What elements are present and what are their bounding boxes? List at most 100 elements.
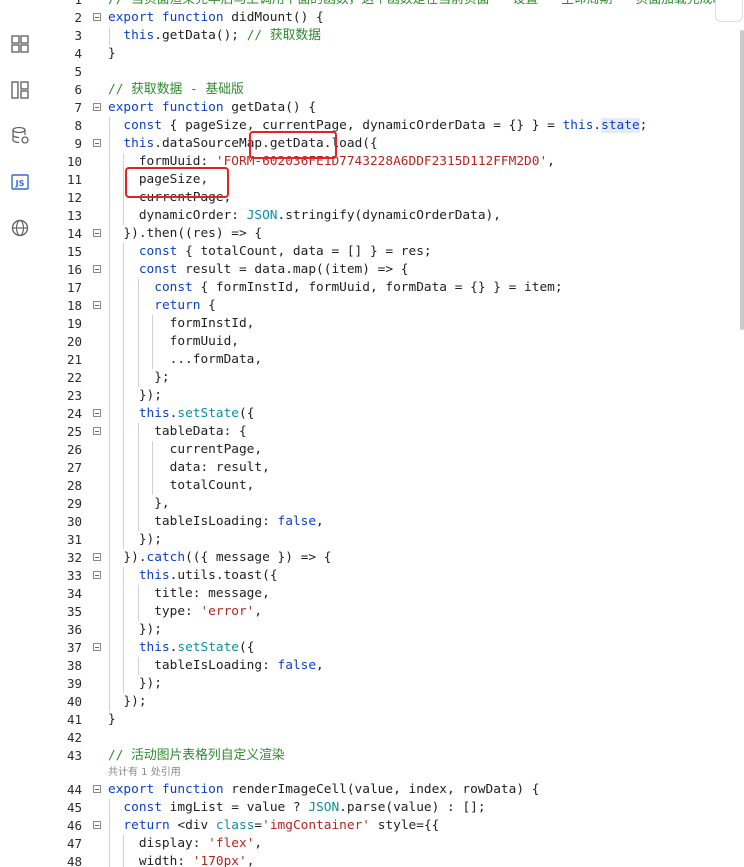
- code-text[interactable]: const { formInstId, formUuid, formData =…: [108, 279, 562, 297]
- code-token: setState: [177, 640, 240, 655]
- code-token: }).: [108, 550, 147, 565]
- code-text[interactable]: totalCount,: [108, 477, 255, 495]
- code-text[interactable]: const { pageSize, currentPage, dynamicOr…: [108, 117, 647, 135]
- fold-toggle-icon[interactable]: [93, 785, 101, 793]
- fold-toggle-icon[interactable]: [93, 553, 101, 561]
- code-text[interactable]: tableIsLoading: false,: [108, 657, 324, 675]
- codelens-references[interactable]: 共计有 1 处引用: [108, 766, 181, 780]
- components-grid-icon[interactable]: [10, 34, 30, 54]
- code-text[interactable]: export function renderImageCell(value, i…: [108, 781, 539, 799]
- code-text[interactable]: }: [108, 711, 116, 729]
- fold-toggle-icon[interactable]: [93, 821, 101, 829]
- code-line: 17 const { formInstId, formUuid, formDat…: [46, 279, 740, 297]
- code-text[interactable]: }).then((res) => {: [108, 225, 262, 243]
- code-text[interactable]: this.dataSourceMap.getData.load({: [108, 135, 377, 153]
- fold-toggle-icon[interactable]: [93, 301, 101, 309]
- code-line: 28 totalCount,: [46, 477, 740, 495]
- code-text[interactable]: },: [108, 495, 170, 513]
- code-text[interactable]: }).catch(({ message }) => {: [108, 549, 331, 567]
- code-text[interactable]: this.utils.toast({: [108, 567, 278, 585]
- code-text[interactable]: const { totalCount, data = [] } = res;: [108, 243, 432, 261]
- menu-icon[interactable]: [10, 0, 30, 14]
- code-text[interactable]: export function didMount() {: [108, 9, 324, 27]
- corner-button[interactable]: [715, 0, 743, 22]
- code-line: 26 currentPage,: [46, 441, 740, 459]
- fold-toggle-icon[interactable]: [93, 13, 101, 21]
- code-editor[interactable]: 1 // 当页面渲染完毕后马上调用下面的函数，这个函数是在当前页面 - 设置 - …: [46, 0, 740, 867]
- code-line: 2 export function didMount() {: [46, 9, 740, 27]
- code-text[interactable]: formUuid,: [108, 333, 239, 351]
- code-text[interactable]: ...formData,: [108, 351, 262, 369]
- code-line: 34 title: message,: [46, 585, 740, 603]
- data-source-icon[interactable]: [10, 126, 30, 146]
- code-line: 35 type: 'error',: [46, 603, 740, 621]
- code-text[interactable]: }: [108, 45, 116, 63]
- line-number: 2: [74, 10, 82, 25]
- code-text[interactable]: // 活动图片表格列自定义渲染: [108, 747, 285, 765]
- code-text[interactable]: tableIsLoading: false,: [108, 513, 324, 531]
- code-token: },: [108, 496, 170, 511]
- code-text[interactable]: // 获取数据 - 基础版: [108, 81, 244, 99]
- line-number: 45: [66, 800, 82, 815]
- page-layout-icon[interactable]: [10, 80, 30, 100]
- code-text[interactable]: });: [108, 693, 146, 711]
- fold-toggle-icon[interactable]: [93, 571, 101, 579]
- code-text[interactable]: };: [108, 369, 169, 387]
- vertical-scrollbar[interactable]: [740, 30, 744, 330]
- code-token: totalCount,: [108, 478, 255, 493]
- code-text[interactable]: formInstId,: [108, 315, 255, 333]
- line-number: 5: [74, 64, 82, 79]
- code-text[interactable]: this.getData(); // 获取数据: [108, 27, 321, 45]
- code-token: .getData();: [154, 28, 247, 43]
- line-number: 12: [66, 190, 82, 205]
- code-token: ({: [239, 640, 255, 655]
- code-text[interactable]: this.setState({: [108, 639, 255, 657]
- activity-bar: JS: [0, 0, 41, 867]
- line-number: 36: [66, 622, 82, 637]
- code-text[interactable]: });: [108, 675, 162, 693]
- line-number: 32: [66, 550, 82, 565]
- code-text[interactable]: const imgList = value ? JSON.parse(value…: [108, 799, 485, 817]
- code-text[interactable]: width: '170px',: [108, 853, 255, 867]
- fold-toggle-icon[interactable]: [93, 229, 101, 237]
- code-text[interactable]: });: [108, 531, 162, 549]
- code-text[interactable]: title: message,: [108, 585, 270, 603]
- line-number: 47: [66, 836, 82, 851]
- code-token: catch: [146, 550, 186, 565]
- code-text[interactable]: return {: [108, 297, 216, 315]
- code-line: 9 this.dataSourceMap.getData.load({: [46, 135, 740, 153]
- code-token: ,: [246, 854, 255, 867]
- code-line: 29 },: [46, 495, 740, 513]
- code-text[interactable]: // 当页面渲染完毕后马上调用下面的函数，这个函数是在当前页面 - 设置 - 生…: [108, 0, 740, 9]
- code-text[interactable]: const result = data.map((item) => {: [108, 261, 409, 279]
- fold-toggle-icon[interactable]: [93, 139, 101, 147]
- code-text[interactable]: type: 'error',: [108, 603, 262, 621]
- code-text[interactable]: this.setState({: [108, 405, 255, 423]
- code-line: 22 };: [46, 369, 740, 387]
- code-line: 43 // 活动图片表格列自定义渲染: [46, 747, 740, 765]
- code-line: 4}: [46, 45, 740, 63]
- fold-toggle-icon[interactable]: [93, 409, 101, 417]
- code-token: '170px': [192, 854, 247, 867]
- code-token: imgList = value ?: [161, 800, 309, 815]
- fold-toggle-icon[interactable]: [93, 643, 101, 651]
- fold-toggle-icon[interactable]: [93, 427, 101, 435]
- js-icon[interactable]: JS: [10, 172, 30, 192]
- line-number: 19: [66, 316, 82, 331]
- code-text[interactable]: tableData: {: [108, 423, 246, 441]
- code-text[interactable]: });: [108, 621, 162, 639]
- fold-toggle-icon[interactable]: [93, 265, 101, 273]
- code-text[interactable]: });: [108, 387, 162, 405]
- code-text[interactable]: dynamicOrder: JSON.stringify(dynamicOrde…: [108, 207, 501, 225]
- fold-toggle-icon[interactable]: [93, 103, 101, 111]
- code-text[interactable]: display: 'flex',: [108, 835, 262, 853]
- code-token: this: [123, 28, 155, 43]
- code-text[interactable]: export function getData() {: [108, 99, 316, 117]
- code-text[interactable]: data: result,: [108, 459, 270, 477]
- code-token: style={{: [370, 818, 440, 833]
- code-text[interactable]: return <div class='imgContainer' style={…: [108, 817, 439, 835]
- code-text[interactable]: currentPage,: [108, 441, 262, 459]
- globe-icon[interactable]: [10, 218, 30, 238]
- code-token: const: [138, 262, 178, 277]
